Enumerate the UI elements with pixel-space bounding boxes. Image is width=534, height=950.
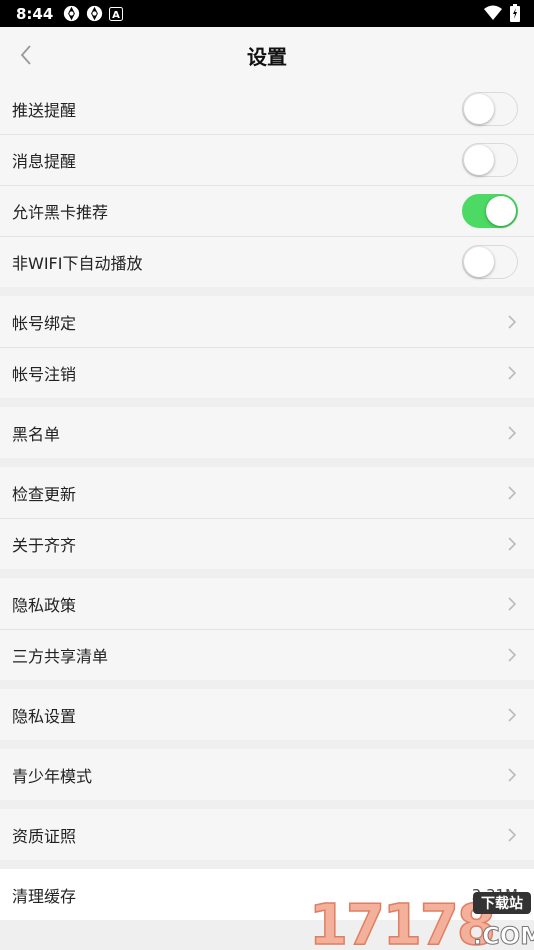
license-group: 资质证照	[0, 809, 534, 860]
privacy-group: 隐私政策 三方共享清单	[0, 578, 534, 680]
black-card-recommend-toggle[interactable]	[462, 194, 518, 228]
push-reminder-toggle[interactable]	[462, 91, 518, 126]
privacy-policy-label: 隐私政策	[12, 595, 77, 615]
chevron-right-icon	[504, 596, 520, 612]
account-bind-label: 帐号绑定	[12, 313, 77, 333]
chevron-right-icon	[504, 536, 520, 552]
notification-settings-group: 推送提醒 消息提醒 允许黑卡推荐 非WIFI下自动播放	[0, 83, 534, 287]
privacy-policy-row[interactable]: 隐私政策	[0, 578, 534, 629]
push-reminder-row: 推送提醒	[0, 83, 534, 134]
page-title: 设置	[247, 44, 287, 69]
watermark-logo: 17178 下载站 .COM	[309, 892, 534, 950]
about-group: 检查更新 关于齐齐	[0, 467, 534, 569]
about-label: 关于齐齐	[12, 536, 77, 555]
chevron-right-icon	[504, 827, 520, 843]
chevron-left-icon	[20, 45, 31, 65]
check-update-label: 检查更新	[12, 484, 77, 504]
header: 设置	[0, 27, 534, 83]
chevron-right-icon	[504, 425, 520, 441]
autoplay-non-wifi-label: 非WIFI下自动播放	[12, 254, 143, 273]
autoplay-non-wifi-row: 非WIFI下自动播放	[0, 236, 534, 287]
status-time: 8:44	[16, 4, 54, 23]
blacklist-group: 黑名单	[0, 407, 534, 458]
autoplay-non-wifi-toggle[interactable]	[462, 245, 518, 279]
third-party-share-list-label: 三方共享清单	[12, 647, 109, 666]
battery-icon	[510, 4, 520, 26]
chevron-right-icon	[504, 485, 520, 501]
account-cancel-row[interactable]: 帐号注销	[0, 347, 534, 398]
account-bind-row[interactable]: 帐号绑定	[0, 296, 534, 347]
privacy-settings-group: 隐私设置	[0, 689, 534, 740]
blacklist-row[interactable]: 黑名单	[0, 407, 534, 458]
watermark-domain: .COM	[473, 922, 534, 950]
watermark-tag: 下载站	[481, 895, 523, 912]
blacklist-label: 黑名单	[12, 424, 61, 444]
wifi-icon	[484, 5, 502, 25]
black-card-recommend-label: 允许黑卡推荐	[12, 203, 109, 222]
license-label: 资质证照	[12, 826, 77, 846]
sync-icon	[63, 5, 80, 22]
chevron-right-icon	[504, 707, 520, 723]
account-group: 帐号绑定 帐号注销	[0, 296, 534, 398]
youth-mode-group: 青少年模式	[0, 749, 534, 800]
youth-mode-label: 青少年模式	[12, 766, 93, 786]
third-party-share-list-row[interactable]: 三方共享清单	[0, 629, 534, 680]
message-reminder-row: 消息提醒	[0, 134, 534, 185]
message-reminder-label: 消息提醒	[12, 152, 77, 171]
black-card-recommend-row: 允许黑卡推荐	[0, 185, 534, 236]
check-update-row[interactable]: 检查更新	[0, 467, 534, 518]
chevron-right-icon	[504, 647, 520, 663]
privacy-settings-label: 隐私设置	[12, 706, 77, 726]
chevron-right-icon	[504, 365, 520, 381]
youth-mode-row[interactable]: 青少年模式	[0, 749, 534, 800]
notification-icon-letter: A	[112, 10, 120, 21]
privacy-settings-row[interactable]: 隐私设置	[0, 689, 534, 740]
status-bar: 8:44 A	[0, 0, 534, 27]
push-reminder-label: 推送提醒	[12, 100, 77, 120]
license-row[interactable]: 资质证照	[0, 809, 534, 860]
chevron-right-icon	[504, 767, 520, 783]
watermark-digits: 17178	[309, 893, 494, 950]
chevron-right-icon	[504, 314, 520, 330]
message-reminder-toggle[interactable]	[462, 143, 518, 177]
account-cancel-label: 帐号注销	[12, 365, 77, 384]
back-button[interactable]	[10, 39, 42, 71]
notification-icon: A	[109, 6, 124, 21]
sync-icon-2	[86, 5, 103, 22]
about-row[interactable]: 关于齐齐	[0, 518, 534, 569]
